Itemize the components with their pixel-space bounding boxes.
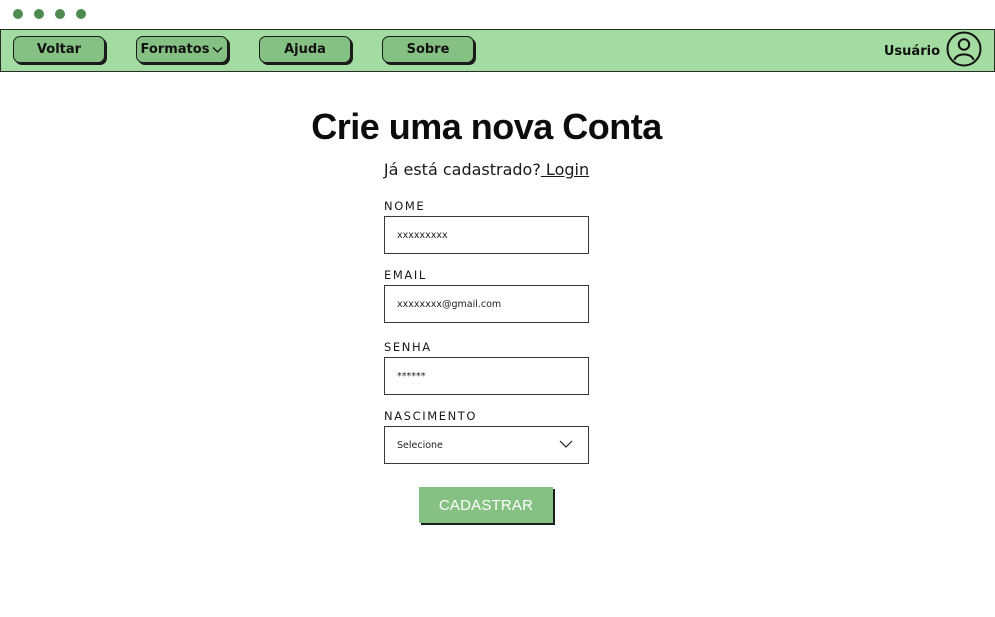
password-input-value: ******	[397, 370, 426, 382]
about-button[interactable]: Sobre	[382, 36, 474, 63]
birth-field-label: NASCIMENTO	[384, 409, 478, 423]
email-input-value: xxxxxxxx@gmail.com	[397, 298, 502, 310]
password-input[interactable]: ******	[384, 357, 589, 395]
login-prompt: Já está cadastrado? Login	[0, 160, 973, 179]
chevron-down-icon	[212, 46, 223, 54]
user-label: Usuário	[883, 43, 940, 59]
formats-button-label: Formatos	[140, 42, 210, 57]
register-button-label: CADASTRAR	[438, 496, 534, 514]
about-button-label: Sobre	[406, 42, 450, 57]
name-input-value: xxxxxxxxx	[397, 229, 448, 241]
back-button-label: Voltar	[36, 42, 82, 57]
window-dots	[13, 9, 86, 19]
birth-select[interactable]: Selecione	[384, 426, 589, 464]
name-input[interactable]: xxxxxxxxx	[384, 216, 589, 254]
window-dot	[55, 9, 65, 19]
window-dot	[76, 9, 86, 19]
formats-dropdown-button[interactable]: Formatos	[136, 36, 228, 63]
window-dot	[34, 9, 44, 19]
chevron-down-icon	[559, 439, 573, 452]
already-registered-text: Já está cadastrado?	[383, 160, 541, 179]
help-button-label: Ajuda	[284, 42, 326, 57]
email-field-label: EMAIL	[384, 268, 427, 282]
login-link[interactable]: Login	[541, 160, 589, 179]
user-avatar-icon[interactable]	[946, 31, 982, 72]
window-dot	[13, 9, 23, 19]
birth-select-value: Selecione	[397, 439, 443, 451]
help-button[interactable]: Ajuda	[259, 36, 351, 63]
name-field-label: NOME	[384, 199, 426, 213]
register-button[interactable]: CADASTRAR	[419, 487, 553, 523]
user-menu[interactable]: Usuário	[883, 31, 982, 72]
top-navbar: Voltar Formatos Ajuda Sobre Usuário	[0, 29, 995, 72]
signup-page: Voltar Formatos Ajuda Sobre Usuário Crie…	[0, 0, 995, 617]
password-field-label: SENHA	[384, 340, 432, 354]
back-button[interactable]: Voltar	[13, 36, 105, 63]
email-input[interactable]: xxxxxxxx@gmail.com	[384, 285, 589, 323]
page-title: Crie uma nova Conta	[311, 106, 662, 147]
